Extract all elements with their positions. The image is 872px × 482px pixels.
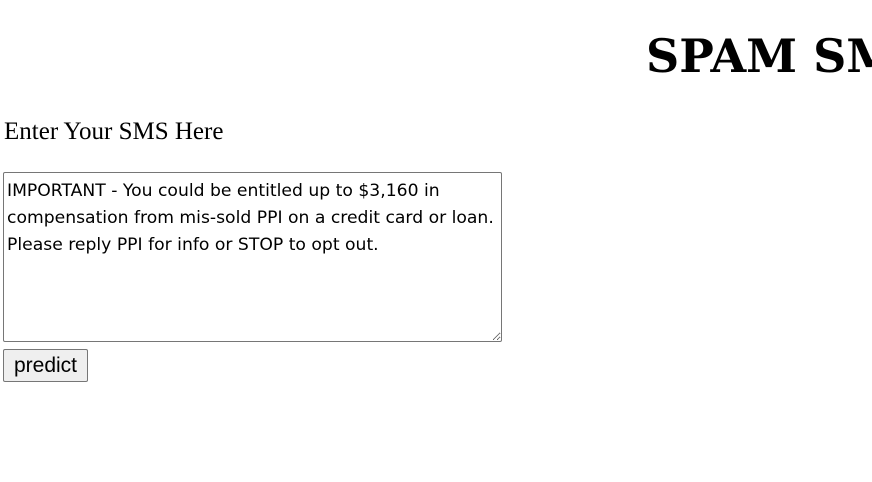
predict-button[interactable]: predict	[3, 349, 88, 382]
sms-textarea[interactable]: IMPORTANT - You could be entitled up to …	[3, 172, 502, 342]
sms-input-label: Enter Your SMS Here	[4, 118, 224, 145]
page-title: SPAM SMS	[646, 29, 872, 83]
page: SPAM SMS Enter Your SMS Here IMPORTANT -…	[0, 0, 872, 482]
